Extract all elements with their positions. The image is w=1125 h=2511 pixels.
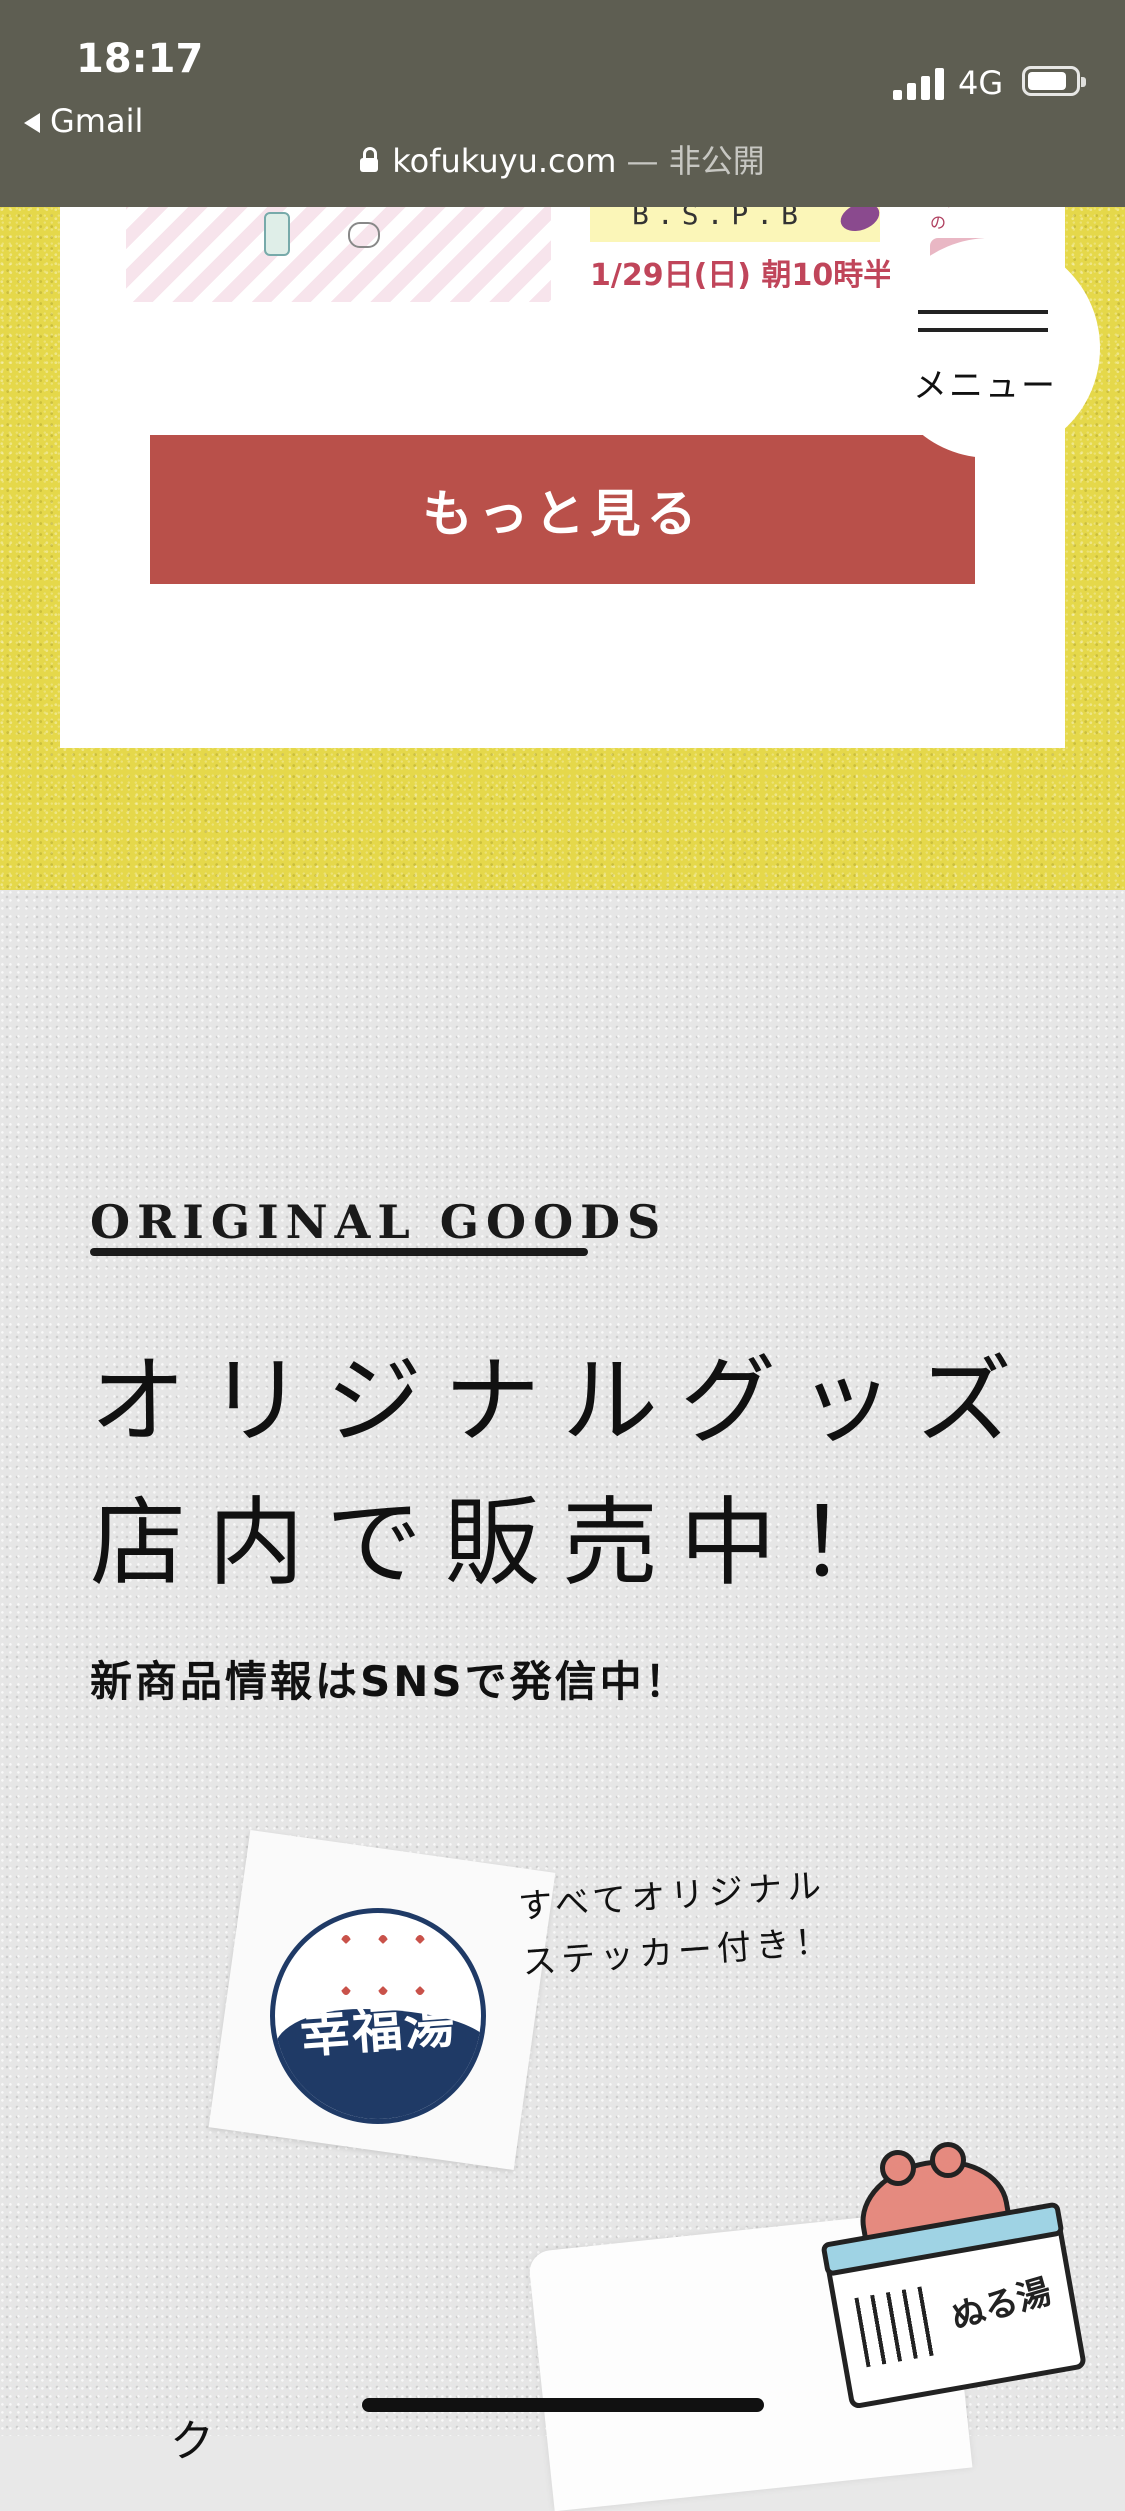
menu-button[interactable] xyxy=(880,238,1100,458)
url-privacy: — 非公開 xyxy=(626,142,765,180)
url-domain: kofukuyu.com xyxy=(392,142,617,180)
url-bar[interactable]: kofukuyu.com — 非公開 xyxy=(0,136,1125,182)
frog-eye-icon xyxy=(880,2150,916,2186)
next-heading-peek: ク xyxy=(170,2416,214,2467)
battery-icon xyxy=(1022,66,1086,96)
tub-text: ぬる湯 xyxy=(946,2271,1056,2339)
headline-line-1: オリジナルグッズ xyxy=(90,1345,1034,1457)
cup-illustration-icon xyxy=(264,212,290,256)
logo-text: 幸福湯 xyxy=(298,1995,459,2065)
browser-top-bar: 18:17 Gmail 4G kofukuyu.com — 非公開 xyxy=(0,0,1125,207)
cloud-illustration-icon xyxy=(348,222,380,248)
goods-subline: 新商品情報はSNSで発信中！ xyxy=(90,1657,690,1706)
frog-eye-icon xyxy=(930,2142,966,2178)
section-label: ORIGINAL GOODS xyxy=(90,1195,668,1249)
tub-slats xyxy=(854,2286,936,2368)
menu-label[interactable]: メニュー xyxy=(905,358,1065,407)
back-to-app-link[interactable]: Gmail xyxy=(24,102,143,140)
see-more-button[interactable]: もっと見る xyxy=(150,435,975,584)
lock-icon xyxy=(360,147,379,172)
section-label-underline xyxy=(90,1248,588,1256)
back-app-label: Gmail xyxy=(50,102,144,140)
network-type: 4G xyxy=(958,64,1004,102)
status-time: 18:17 xyxy=(76,36,204,82)
back-arrow-icon xyxy=(24,113,40,133)
steam-icon xyxy=(337,1935,355,1995)
goods-headline: オリジナルグッズ 店内で販売中！ xyxy=(90,1330,1090,1614)
hamburger-icon[interactable] xyxy=(918,310,1048,346)
event-date-text: 1/29日(日) 朝10時半 xyxy=(590,258,890,293)
steam-icon xyxy=(374,1935,392,1995)
home-indicator[interactable] xyxy=(362,2398,764,2412)
signal-icon xyxy=(893,66,945,100)
sticker-note: すべてオリジナル ステッカー付き！ xyxy=(516,1857,843,1991)
headline-line-2: 店内で販売中！ xyxy=(90,1487,916,1599)
